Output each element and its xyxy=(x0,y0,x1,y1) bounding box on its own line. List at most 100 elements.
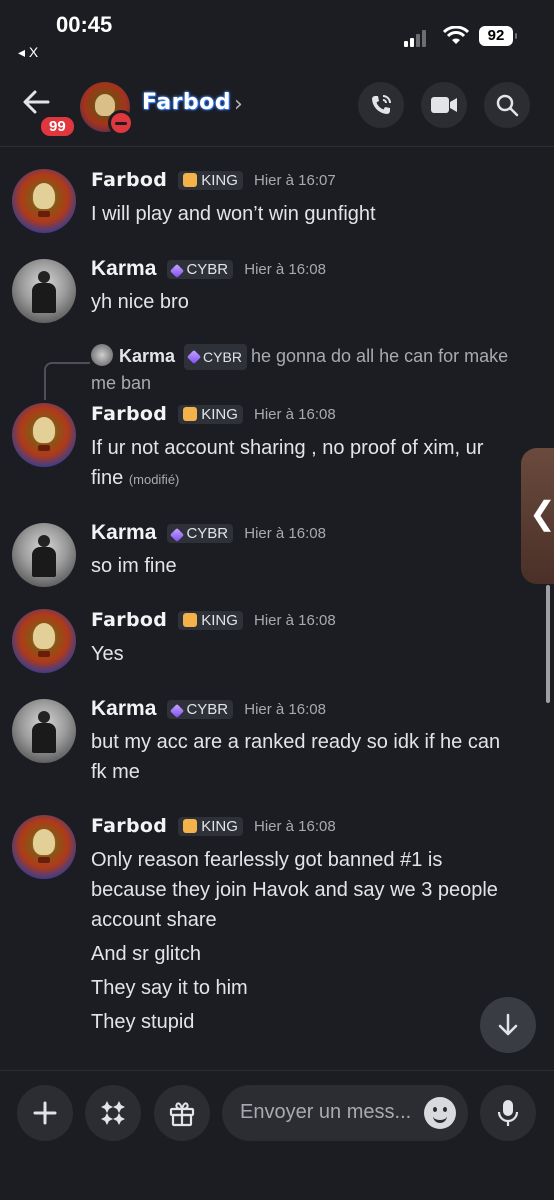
author-name[interactable]: Karma xyxy=(91,697,156,720)
avatar[interactable] xyxy=(12,609,76,673)
side-panel-handle[interactable]: ❮ xyxy=(521,448,554,584)
message-header: Farbod KING Hier à 16:08 xyxy=(91,609,336,639)
message-header: Karma CYBR Hier à 16:08 xyxy=(91,521,326,551)
chevron-right-icon[interactable]: › xyxy=(234,92,243,117)
timestamp: Hier à 16:08 xyxy=(244,260,326,278)
role-tag: CYBR xyxy=(184,344,247,370)
message-text: Only reason fearlessly got banned #1 is xyxy=(91,849,443,871)
crown-icon xyxy=(183,172,198,187)
reply-connector-line xyxy=(44,362,90,400)
status-time: 00:45 xyxy=(56,12,113,37)
jump-to-present-button[interactable] xyxy=(480,997,536,1053)
message-text: I will play and won’t win gunfight xyxy=(91,203,376,225)
video-call-button[interactable] xyxy=(421,82,467,128)
message-text: so im fine xyxy=(91,555,177,577)
avatar[interactable] xyxy=(12,815,76,879)
arrow-down-icon xyxy=(498,1013,518,1036)
message-text: They say it to him xyxy=(91,977,248,999)
author-name[interactable]: Karma xyxy=(91,521,156,544)
voice-call-button[interactable] xyxy=(358,82,404,128)
role-tag[interactable]: KING xyxy=(178,404,243,424)
sword-icon xyxy=(186,349,202,365)
microphone-icon xyxy=(497,1100,519,1126)
channel-header: 99 Farbod › xyxy=(0,70,554,147)
message-input-placeholder: Envoyer un mess... xyxy=(240,1101,412,1123)
scrollbar[interactable] xyxy=(546,585,550,703)
message-text: Yes xyxy=(91,643,124,665)
author-name[interactable]: Farbod xyxy=(91,609,167,631)
role-tag-label: CYBR xyxy=(203,349,242,365)
avatar[interactable] xyxy=(12,169,76,233)
apps-button[interactable] xyxy=(85,1085,141,1141)
timestamp: Hier à 16:08 xyxy=(244,524,326,542)
role-tag[interactable]: KING xyxy=(178,170,243,190)
role-tag[interactable]: CYBR xyxy=(167,699,234,719)
message-list[interactable]: Farbod KING Hier à 16:07 I will play and… xyxy=(0,147,554,1067)
voice-message-button[interactable] xyxy=(480,1085,536,1141)
avatar[interactable] xyxy=(12,403,76,467)
role-tag-label: CYBR xyxy=(186,260,229,278)
reply-author: Karma xyxy=(119,346,176,366)
do-not-disturb-status-icon xyxy=(108,110,134,136)
avatar xyxy=(91,344,113,366)
author-name[interactable]: Farbod xyxy=(91,403,167,425)
message-header: Karma CYBR Hier à 16:08 xyxy=(91,697,326,727)
avatar[interactable] xyxy=(12,523,76,587)
role-tag[interactable]: CYBR xyxy=(167,523,234,543)
cellular-signal-icon xyxy=(404,28,428,47)
gift-icon xyxy=(169,1102,195,1127)
message-text: because they join Havok and say we 3 peo… xyxy=(91,879,498,901)
add-attachment-button[interactable] xyxy=(17,1085,73,1141)
apps-icon xyxy=(101,1101,125,1125)
search-button[interactable] xyxy=(484,82,530,128)
wifi-icon xyxy=(443,26,469,44)
timestamp: Hier à 16:08 xyxy=(244,700,326,718)
message-header: Farbod KING Hier à 16:08 xyxy=(91,815,336,845)
message-header: Farbod KING Hier à 16:07 xyxy=(91,169,336,199)
sword-icon xyxy=(170,703,185,718)
role-tag[interactable]: KING xyxy=(178,816,243,836)
message-composer: Envoyer un mess... xyxy=(0,1070,554,1200)
search-icon xyxy=(496,94,519,117)
timestamp: Hier à 16:08 xyxy=(254,405,336,423)
role-tag-label: KING xyxy=(201,405,238,423)
role-tag[interactable]: KING xyxy=(178,610,243,630)
message-text: fk me xyxy=(91,761,140,783)
timestamp: Hier à 16:07 xyxy=(254,171,336,189)
sword-icon xyxy=(170,263,185,278)
timestamp: Hier à 16:08 xyxy=(254,611,336,629)
role-tag-label: KING xyxy=(201,611,238,629)
message-header: Karma CYBR Hier à 16:08 xyxy=(91,257,326,287)
message-text-continuation: fine xyxy=(91,467,124,489)
message-text: If ur not account sharing , no proof of … xyxy=(91,437,484,459)
phone-call-icon xyxy=(372,95,391,114)
back-to-app-link[interactable]: ◂ X xyxy=(18,44,38,61)
crown-icon xyxy=(183,406,198,421)
battery-indicator: 92 xyxy=(479,26,517,46)
emoji-icon[interactable] xyxy=(424,1097,456,1129)
reply-preview[interactable]: Karma CYBR he gonna do all he can for mak… xyxy=(91,343,531,396)
message-header: Farbod KING Hier à 16:08 xyxy=(91,403,336,433)
message-text: but my acc are a ranked ready so idk if … xyxy=(91,731,501,753)
author-name[interactable]: Farbod xyxy=(91,815,167,837)
author-name[interactable]: Farbod xyxy=(91,169,167,191)
message-text: And sr glitch xyxy=(91,943,202,965)
gift-button[interactable] xyxy=(154,1085,210,1141)
message-input[interactable]: Envoyer un mess... xyxy=(222,1085,468,1141)
role-tag-label: CYBR xyxy=(186,524,229,542)
chevron-left-icon: ❮ xyxy=(529,495,554,531)
role-tag-label: CYBR xyxy=(186,700,229,718)
role-tag-label: KING xyxy=(201,171,238,189)
plus-icon xyxy=(33,1101,57,1125)
author-name[interactable]: Karma xyxy=(91,257,156,280)
message-text: They stupid xyxy=(91,1011,195,1033)
page-title[interactable]: Farbod xyxy=(142,90,231,115)
avatar[interactable] xyxy=(12,259,76,323)
message-text: yh nice bro xyxy=(91,291,189,313)
unread-count-badge: 99 xyxy=(38,114,77,139)
avatar[interactable] xyxy=(12,699,76,763)
message-text: account share xyxy=(91,909,217,931)
message-text: fine (modifié) xyxy=(91,463,527,495)
status-bar: 00:45 ◂ X 92 xyxy=(0,0,554,70)
role-tag[interactable]: CYBR xyxy=(167,259,234,279)
